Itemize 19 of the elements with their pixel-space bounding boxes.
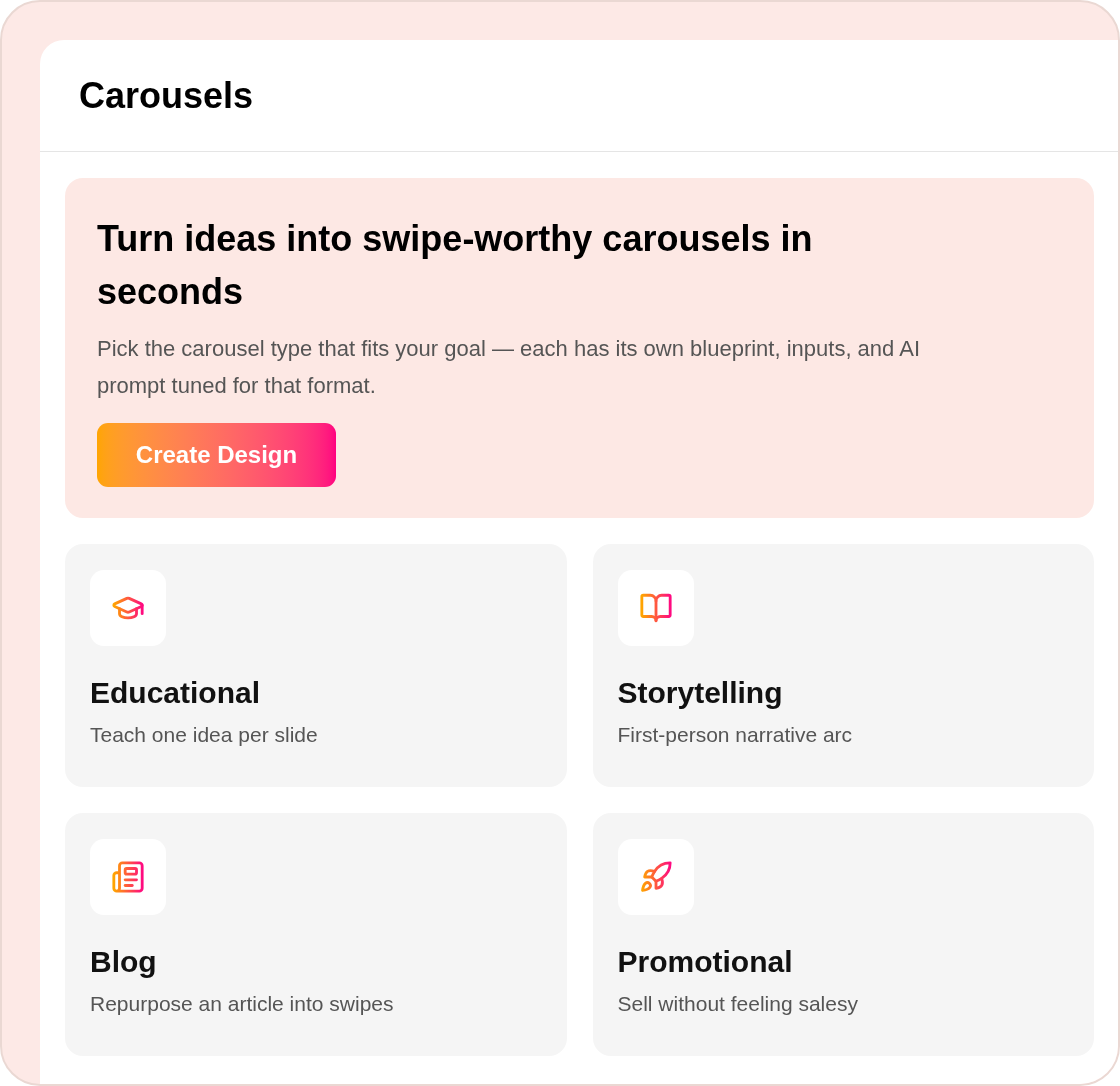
carousel-type-card[interactable]: Storytelling First-person narrative arc bbox=[592, 544, 1094, 787]
card-title: Storytelling bbox=[617, 675, 784, 711]
rocket-icon bbox=[617, 839, 694, 915]
card-description: Sell without feeling salesy bbox=[617, 991, 859, 1017]
card-title: Educational bbox=[90, 675, 262, 711]
carousel-type-card[interactable]: Promotional Sell without feeling salesy bbox=[592, 813, 1094, 1056]
open-book-icon bbox=[617, 570, 694, 646]
graduation-cap-icon bbox=[90, 570, 166, 646]
card-description: First-person narrative arc bbox=[617, 722, 854, 748]
carousel-type-card[interactable]: Blog Repurpose an article into swipes bbox=[65, 813, 567, 1056]
card-title: Blog bbox=[90, 944, 158, 980]
card-title: Promotional bbox=[617, 944, 794, 980]
newspaper-icon bbox=[90, 839, 166, 915]
card-description: Teach one idea per slide bbox=[90, 722, 319, 748]
hero-title: Turn ideas into swipe-worthy carousels in seconds bbox=[97, 217, 814, 314]
hero-description: Pick the carousel type that fits your goal — each has its own blueprint, inputs, and AI prompt tuned for that format. bbox=[97, 335, 921, 400]
card-description: Repurpose an article into swipes bbox=[90, 991, 395, 1017]
carousel-type-card[interactable]: Educational Teach one idea per slide bbox=[65, 544, 567, 787]
page-title: Carousels bbox=[79, 73, 254, 118]
